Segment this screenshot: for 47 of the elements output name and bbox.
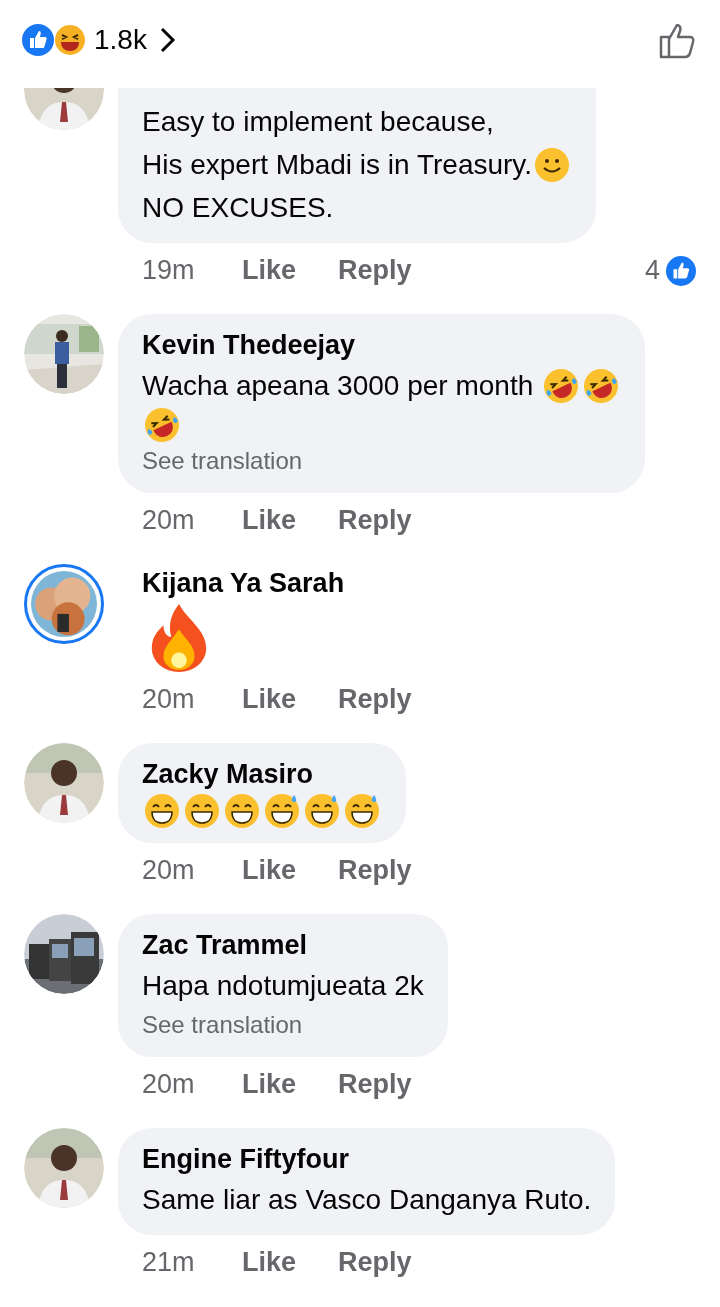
author-name[interactable]: Kijana Ya Sarah (142, 564, 345, 602)
comment-text: His expert Mbadi is in Treasury. (142, 148, 533, 182)
reply-link[interactable]: Reply (338, 255, 412, 286)
laughing-tears-emoji-icon (583, 367, 619, 404)
like-link[interactable]: Like (242, 1247, 297, 1278)
laughing-emoji-icon (54, 24, 86, 56)
smiling-emoji-icon (534, 146, 571, 183)
laughing-tears-emoji-icon (543, 367, 579, 404)
reaction-count[interactable]: 1.8k (94, 24, 147, 56)
see-translation-link[interactable]: See translation (142, 1007, 424, 1043)
author-name[interactable]: Zac Trammel (142, 926, 424, 964)
chevron-right-icon[interactable] (158, 26, 177, 54)
comment-text: NO EXCUSES. (142, 191, 334, 225)
like-link[interactable]: Like (242, 684, 297, 715)
comment-time: 20m (142, 505, 196, 536)
like-link[interactable]: Like (242, 505, 297, 536)
like-count: 4 (644, 255, 660, 286)
see-translation-link[interactable]: See translation (142, 443, 621, 479)
comment-time: 19m (142, 255, 196, 286)
like-link[interactable]: Like (242, 255, 297, 286)
reply-link[interactable]: Reply (338, 684, 412, 715)
comment-text: Same liar as Vasco Danganya Ruto. (142, 1183, 592, 1217)
reply-link[interactable]: Reply (338, 1069, 412, 1100)
sweat-grin-emoji-icon (304, 793, 340, 829)
comment-text: Wacha apeana 3000 per month (142, 369, 535, 403)
reply-link[interactable]: Reply (338, 1247, 412, 1278)
comment-time: 20m (142, 855, 196, 886)
reply-link[interactable]: Reply (338, 855, 412, 886)
sweat-grin-emoji-icon (344, 793, 380, 829)
like-link[interactable]: Like (242, 1069, 297, 1100)
comment-text: Hapa ndotumjueata 2k (142, 969, 424, 1003)
grinning-emoji-icon (224, 793, 260, 829)
author-name[interactable]: Kevin Thedeejay (142, 326, 621, 364)
laughing-tears-emoji-icon (144, 407, 180, 443)
comment-text: Easy to implement because, (142, 105, 494, 139)
comment-time: 21m (142, 1247, 196, 1278)
grinning-emoji-icon (144, 793, 180, 829)
sweat-grin-emoji-icon (264, 793, 300, 829)
author-name[interactable]: Engine Fiftyfour (142, 1140, 592, 1178)
like-reaction-icon (666, 255, 696, 286)
like-link[interactable]: Like (242, 855, 297, 886)
reply-link[interactable]: Reply (338, 505, 412, 536)
like-reaction-icon (22, 24, 54, 56)
comment-time: 20m (142, 1069, 196, 1100)
comment-time: 20m (142, 684, 196, 715)
author-name[interactable]: Zacky Masiro (142, 755, 382, 793)
grinning-emoji-icon (184, 793, 220, 829)
